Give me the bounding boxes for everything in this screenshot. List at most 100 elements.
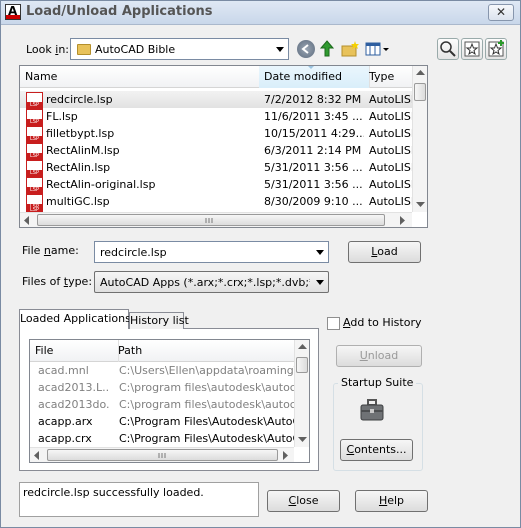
file-type: AutoLISP: [369, 161, 412, 174]
scroll-left-icon[interactable]: [24, 216, 30, 225]
chevron-down-icon: [316, 280, 324, 285]
file-row[interactable]: redcircle.lsp 7/2/2012 8:32 PM AutoLISP: [20, 91, 412, 109]
file-name-value: redcircle.lsp: [100, 246, 167, 259]
contents-button[interactable]: Contents...: [340, 439, 413, 461]
favorites-icon[interactable]: [461, 38, 483, 60]
folder-icon: [77, 44, 91, 55]
loaded-list-vertical-scrollbar[interactable]: [294, 340, 309, 447]
column-name[interactable]: Name: [20, 66, 265, 88]
lisp-file-icon: [26, 177, 43, 194]
loaded-app-row[interactable]: acapp.arx C:\Program Files\Autodesk\Auto…: [30, 413, 294, 430]
file-name-input[interactable]: redcircle.lsp: [94, 241, 329, 263]
column-type[interactable]: Type: [364, 66, 417, 88]
file-row[interactable]: RectAlin.lsp 5/31/2011 3:56 ... AutoLISP: [20, 159, 412, 177]
add-to-history-label[interactable]: Add to History: [343, 316, 421, 329]
vertical-scroll-thumb[interactable]: [296, 357, 308, 373]
lisp-file-icon: [26, 109, 43, 126]
help-button[interactable]: Help: [355, 490, 428, 512]
sort-indicator-icon: [308, 66, 314, 69]
vertical-scroll-thumb[interactable]: [414, 83, 426, 101]
look-in-dropdown[interactable]: AutoCAD Bible: [70, 38, 289, 60]
lisp-file-icon: [26, 92, 43, 109]
files-of-type-dropdown[interactable]: AutoCAD Apps (*.arx;*.crx;*.lsp;*.dvb;*.…: [94, 271, 329, 293]
files-of-type-value: AutoCAD Apps (*.arx;*.crx;*.lsp;*.dvb;*.…: [100, 276, 310, 289]
unload-button[interactable]: Unload: [336, 345, 422, 367]
briefcase-icon: [359, 397, 385, 423]
find-icon[interactable]: [437, 38, 459, 60]
scroll-up-icon[interactable]: [416, 70, 425, 76]
app-file: acad2013do...: [38, 398, 110, 411]
file-type: AutoLISP: [369, 144, 412, 157]
file-type: AutoLISP: [369, 127, 412, 140]
window-title: Load/Unload Applications: [26, 4, 213, 19]
add-to-history-checkbox[interactable]: [327, 317, 340, 330]
tab-loaded-applications[interactable]: Loaded Applications: [19, 309, 131, 329]
file-name: FL.lsp: [46, 110, 78, 123]
file-type: AutoLISP: [369, 93, 412, 106]
app-file: acad.mnl: [38, 364, 89, 377]
files-of-type-label: Files of type:: [22, 275, 93, 288]
chevron-down-icon: [276, 47, 284, 52]
loaded-app-row[interactable]: acad2013do... C:\program files\autodesk\…: [30, 396, 294, 413]
scroll-down-icon[interactable]: [298, 437, 307, 443]
file-name: filletbypt.lsp: [46, 127, 115, 140]
lisp-file-icon: [26, 160, 43, 177]
scroll-right-icon[interactable]: [283, 451, 289, 460]
file-name: RectAlin-original.lsp: [46, 178, 156, 191]
file-name: multiGC.lsp: [46, 195, 110, 208]
loaded-app-row[interactable]: acad2013.L... C:\program files\autodesk\…: [30, 379, 294, 396]
app-path: C:\program files\autodesk\autocad: [119, 398, 294, 411]
scroll-right-icon[interactable]: [400, 216, 406, 225]
back-arrow-icon[interactable]: [297, 40, 315, 58]
column-path[interactable]: Path: [113, 340, 299, 362]
file-list[interactable]: Name Date modified Type redcircle.lsp 7/…: [19, 65, 428, 228]
file-date: 6/3/2011 2:14 PM: [264, 144, 362, 157]
file-row[interactable]: multiGC.lsp 8/30/2009 9:10 ... AutoLISP: [20, 193, 412, 211]
file-row[interactable]: filletbypt.lsp 10/15/2011 4:29... AutoLI…: [20, 125, 412, 143]
views-menu-icon[interactable]: [364, 40, 390, 58]
file-date: 5/31/2011 3:56 ...: [264, 178, 363, 191]
scroll-down-icon[interactable]: [416, 202, 425, 208]
app-path: C:\Program Files\Autodesk\AutoCA: [119, 415, 294, 428]
tab-history-list[interactable]: History list: [129, 312, 189, 329]
loaded-app-row[interactable]: acapp.crx C:\Program Files\Autodesk\Auto…: [30, 430, 294, 447]
file-list-header: Name Date modified Type: [20, 66, 412, 88]
file-list-vertical-scrollbar[interactable]: [412, 66, 427, 212]
column-file[interactable]: File: [30, 340, 119, 362]
add-favorite-icon[interactable]: [485, 38, 507, 60]
file-date: 5/31/2011 3:56 ...: [264, 161, 363, 174]
scroll-left-icon[interactable]: [34, 451, 40, 460]
app-file: acad2013.L...: [38, 381, 110, 394]
look-in-value: AutoCAD Bible: [95, 43, 176, 56]
file-date: 7/2/2012 8:32 PM: [264, 93, 362, 106]
file-row[interactable]: RectAlin-original.lsp 5/31/2011 3:56 ...…: [20, 176, 412, 194]
new-folder-icon[interactable]: [340, 40, 360, 58]
look-in-label: Look in:: [26, 43, 70, 56]
up-folder-icon[interactable]: [318, 39, 336, 59]
file-row[interactable]: FL.lsp 11/6/2011 3:45 ... AutoLISP: [20, 108, 412, 126]
file-date: 10/15/2011 4:29...: [264, 127, 364, 140]
loaded-app-row[interactable]: acad.mnl C:\Users\Ellen\appdata\roaming\…: [30, 362, 294, 379]
app-path: C:\Users\Ellen\appdata\roaming\a: [119, 364, 294, 377]
autocad-app-icon: [5, 4, 21, 20]
loaded-applications-list[interactable]: File Path acad.mnl C:\Users\Ellen\appdat…: [29, 339, 310, 463]
chevron-down-icon[interactable]: [316, 250, 324, 255]
file-type: AutoLISP: [369, 195, 412, 208]
horizontal-scroll-thumb[interactable]: [47, 449, 278, 461]
file-type: AutoLISP: [369, 178, 412, 191]
load-button[interactable]: Load: [348, 241, 421, 263]
scroll-up-icon[interactable]: [298, 344, 307, 350]
file-list-horizontal-scrollbar[interactable]: [20, 212, 412, 227]
file-name-label: File name:: [22, 244, 79, 257]
file-row[interactable]: RectAlinM.lsp 6/3/2011 2:14 PM AutoLISP: [20, 142, 412, 160]
loaded-list-horizontal-scrollbar[interactable]: [30, 447, 294, 462]
app-path: C:\Program Files\Autodesk\AutoCA: [119, 432, 294, 445]
status-message: redcircle.lsp successfully loaded.: [23, 486, 204, 499]
lisp-file-icon: [26, 143, 43, 160]
app-file: acapp.crx: [38, 432, 92, 445]
horizontal-scroll-thumb[interactable]: [37, 214, 385, 226]
close-window-button[interactable]: ✕: [488, 4, 514, 21]
status-box: redcircle.lsp successfully loaded.: [19, 482, 259, 517]
startup-suite-title: Startup Suite: [338, 376, 417, 389]
close-button[interactable]: Close: [267, 490, 340, 512]
